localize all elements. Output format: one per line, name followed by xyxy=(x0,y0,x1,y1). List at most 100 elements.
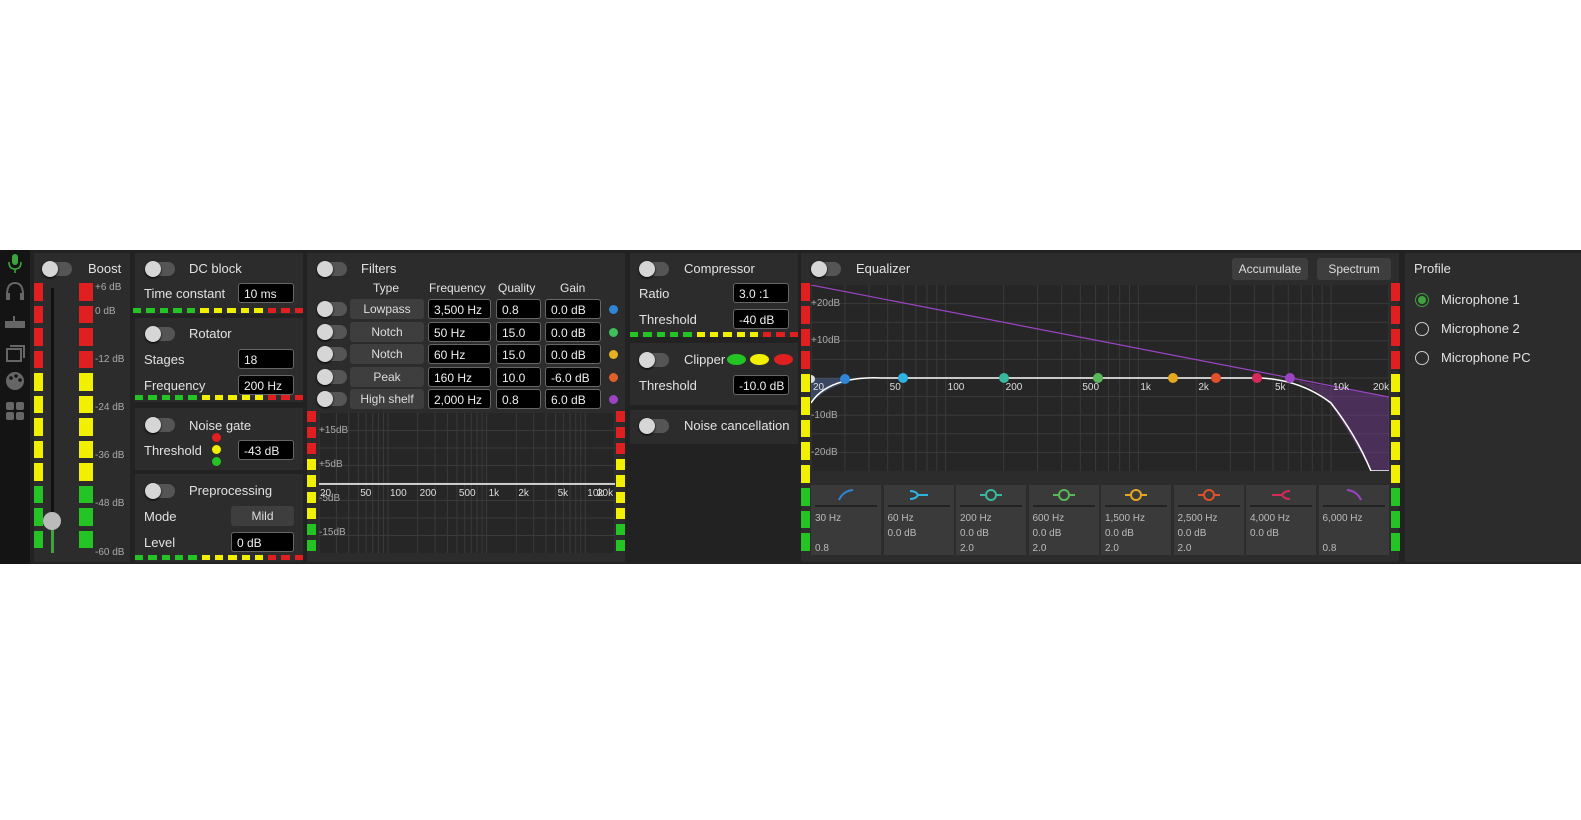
graph-y-label: -20dB xyxy=(811,447,838,458)
ratio-field[interactable]: 3.0 :1 xyxy=(733,283,789,303)
led-segment xyxy=(616,443,625,455)
led-segment xyxy=(79,440,93,458)
rotator-frequency-field[interactable]: 200 Hz xyxy=(238,375,294,395)
filter-quality-field[interactable]: 10.0 xyxy=(496,366,541,387)
filter-quality-field[interactable]: 0.8 xyxy=(496,299,541,319)
microphone-icon[interactable] xyxy=(4,252,26,274)
boost-slider-thumb[interactable] xyxy=(43,512,61,531)
windows-icon[interactable] xyxy=(4,342,26,364)
gate-green-indicator xyxy=(212,457,221,466)
clipper-threshold-field[interactable]: -10.0 dB xyxy=(733,375,789,395)
eq-band-gain: 0.0 dB xyxy=(1250,528,1279,539)
spectrum-button[interactable]: Spectrum xyxy=(1317,258,1391,280)
time-constant-field[interactable]: 10 ms xyxy=(238,283,294,303)
filter-toggle[interactable] xyxy=(317,368,347,385)
filter-toggle[interactable] xyxy=(317,301,347,317)
filters-label: Filters xyxy=(361,261,397,276)
eq-band-card[interactable]: 2,500 Hz 0.0 dB 2.0 xyxy=(1173,485,1244,555)
stages-label: Stages xyxy=(144,352,185,367)
graph-x-label: 1k xyxy=(1140,382,1152,393)
rotator-toggle[interactable] xyxy=(145,326,175,342)
filter-frequency-field[interactable]: 2,000 Hz xyxy=(428,389,491,409)
filter-toggle[interactable] xyxy=(317,346,347,362)
boost-scale-label: -24 dB xyxy=(95,402,125,413)
profile-radio-microphone-pc[interactable] xyxy=(1415,351,1429,365)
profile-option-label[interactable]: Microphone 1 xyxy=(1441,292,1520,307)
boost-toggle[interactable] xyxy=(42,261,72,277)
filter-toggle[interactable] xyxy=(317,391,347,407)
led-segment xyxy=(213,308,223,313)
headphones-icon[interactable] xyxy=(4,280,26,302)
preprocessing-toggle[interactable] xyxy=(145,483,175,499)
profile-option-label[interactable]: Microphone PC xyxy=(1441,350,1531,365)
eq-band-card[interactable]: 200 Hz 0.0 dB 2.0 xyxy=(956,485,1026,555)
preprocessing-level-field[interactable]: 0 dB xyxy=(231,532,294,552)
eq-band-card[interactable]: 1,500 Hz 0.0 dB 2.0 xyxy=(1101,485,1171,555)
noise-gate-threshold-field[interactable]: -43 dB xyxy=(238,440,294,460)
filter-type-select[interactable]: Notch xyxy=(350,344,424,364)
accumulate-button[interactable]: Accumulate xyxy=(1232,258,1308,280)
dc-block-toggle[interactable] xyxy=(145,261,175,277)
led-segment xyxy=(307,491,316,503)
filter-type-select[interactable]: Lowpass xyxy=(350,299,424,319)
filter-frequency-field[interactable]: 50 Hz xyxy=(428,321,491,342)
filter-type-select[interactable]: Peak xyxy=(350,366,424,387)
boost-label: Boost xyxy=(88,261,122,276)
filter-quality-field[interactable]: 0.8 xyxy=(496,389,541,409)
noise-gate-toggle[interactable] xyxy=(145,417,175,433)
led-segment xyxy=(79,418,93,436)
stages-field[interactable]: 18 xyxy=(238,349,294,369)
filter-gain-field[interactable]: -6.0 dB xyxy=(545,366,601,387)
led-segment xyxy=(1391,465,1400,483)
led-segment xyxy=(159,308,169,313)
eq-band-card[interactable]: 30 Hz 0.8 xyxy=(811,485,881,555)
led-segment xyxy=(34,508,43,526)
filter-frequency-field[interactable]: 3,500 Hz xyxy=(428,299,491,319)
filter-toggle[interactable] xyxy=(317,323,347,340)
led-segment xyxy=(34,440,43,458)
led-segment xyxy=(294,308,304,313)
eq-band-card[interactable]: 4,000 Hz 0.0 dB xyxy=(1246,485,1316,555)
mode-label: Mode xyxy=(144,509,177,524)
filter-type-select[interactable]: Notch xyxy=(350,321,424,342)
equalizer-panel: Equalizer Accumulate Spectrum +20dB +10dB… xyxy=(801,253,1400,562)
filter-quality-field[interactable]: 15.0 xyxy=(496,344,541,364)
led-segment xyxy=(34,485,43,503)
eq-band-shape-icon xyxy=(1105,489,1167,507)
compressor-threshold-field[interactable]: -40 dB xyxy=(733,309,789,329)
profile-option-label[interactable]: Microphone 2 xyxy=(1441,321,1520,336)
filters-toggle[interactable] xyxy=(317,261,347,277)
filter-type-select[interactable]: High shelf xyxy=(350,389,424,409)
profile-radio-microphone-1[interactable] xyxy=(1415,293,1429,307)
palette-icon[interactable] xyxy=(4,370,26,392)
led-segment xyxy=(34,328,43,346)
preprocessing-label: Preprocessing xyxy=(189,483,273,498)
eq-band-card[interactable]: 600 Hz 0.0 dB 2.0 xyxy=(1028,485,1099,555)
filter-gain-field[interactable]: 6.0 dB xyxy=(545,389,601,409)
filter-gain-field[interactable]: 0.0 dB xyxy=(545,321,601,342)
graph-x-label: 50 xyxy=(890,382,902,393)
filter-frequency-field[interactable]: 60 Hz xyxy=(428,344,491,364)
filter-gain-field[interactable]: 0.0 dB xyxy=(545,344,601,364)
filter-response-graph[interactable]: +15dB+5dB-5dB-15dB20 50 100 200 500 1k 2k 5k 10k… xyxy=(319,413,615,553)
filter-quality-field[interactable]: 15.0 xyxy=(496,321,541,342)
filter-gain-field[interactable]: 0.0 dB xyxy=(545,299,601,319)
equalizer-label: Equalizer xyxy=(856,261,911,276)
eq-band-card[interactable]: 6,000 Hz 0.8 xyxy=(1318,485,1389,555)
eq-band-card[interactable]: 60 Hz 0.0 dB xyxy=(883,485,954,555)
clipper-toggle[interactable] xyxy=(639,352,669,368)
equalizer-input-meter xyxy=(801,283,810,551)
profile-radio-microphone-2[interactable] xyxy=(1415,322,1429,336)
equalizer-toggle[interactable] xyxy=(811,261,841,277)
compressor-toggle[interactable] xyxy=(639,261,669,277)
keyboard-icon[interactable] xyxy=(4,312,26,334)
led-segment xyxy=(307,427,316,439)
mode-select[interactable]: Mild xyxy=(231,506,294,526)
frequency-header: Frequency xyxy=(429,281,486,295)
quality-header: Quality xyxy=(498,281,536,295)
led-segment xyxy=(616,491,625,503)
filter-frequency-field[interactable]: 160 Hz xyxy=(428,366,491,387)
equalizer-response-graph[interactable]: +20dB +10dB -10dB -20dB 20 50 100 200 500 1k 2k 5k 1… xyxy=(811,285,1389,471)
noise-cancellation-toggle[interactable] xyxy=(639,418,669,434)
grid-icon[interactable] xyxy=(4,400,26,422)
